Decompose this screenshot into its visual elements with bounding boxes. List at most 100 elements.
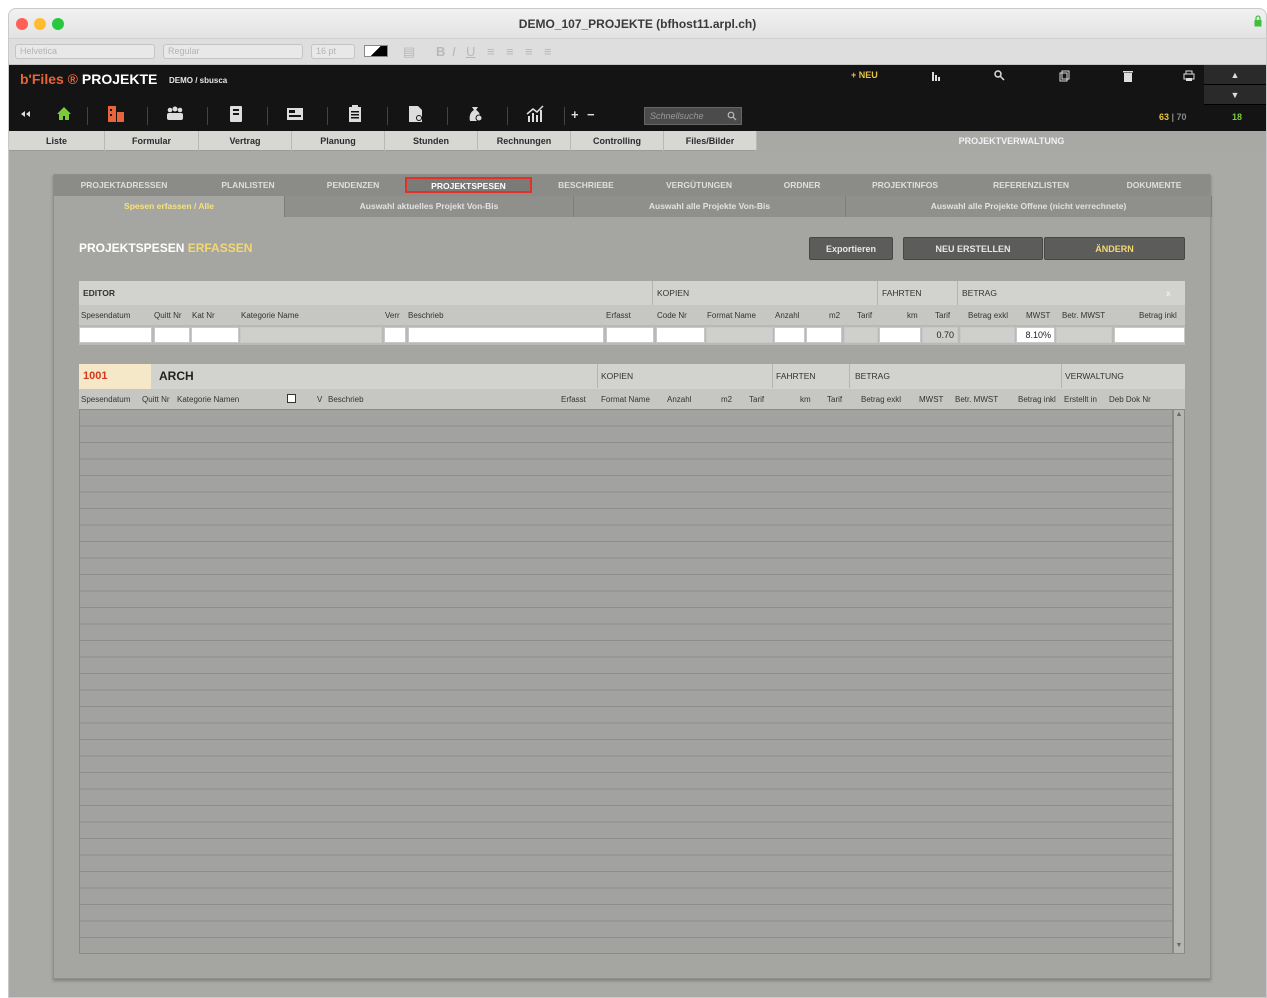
color-swatch[interactable] xyxy=(364,45,388,57)
back-icon[interactable] xyxy=(15,103,41,127)
tab-projektspesen[interactable]: PROJEKTSPESEN xyxy=(405,177,532,193)
tab-beschriebe[interactable]: BESCHRIEBE xyxy=(534,175,638,196)
statistics-icon[interactable] xyxy=(930,69,944,83)
m2-field[interactable] xyxy=(806,327,842,343)
new-record-button[interactable]: NEU ERSTELLEN xyxy=(903,237,1043,260)
tab-auswahl-alle-projekte[interactable]: Auswahl alle Projekte Von-Bis xyxy=(574,196,846,217)
scroll-up-icon[interactable]: ▲ xyxy=(1175,411,1183,421)
size-select[interactable]: 16 pt xyxy=(311,44,355,59)
quitt-nr-field[interactable] xyxy=(154,327,190,343)
tab-controlling[interactable]: Controlling xyxy=(571,131,664,151)
mwst-field[interactable]: 8.10% xyxy=(1016,327,1055,343)
duplicate-icon[interactable] xyxy=(1057,69,1071,83)
list-col-beschrieb[interactable]: Beschrieb xyxy=(328,395,364,404)
planning-icon[interactable] xyxy=(284,103,310,127)
list-col-kategorie[interactable]: Kategorie Namen xyxy=(177,395,239,404)
tab-dokumente[interactable]: DOKUMENTE xyxy=(1096,175,1212,196)
kat-nr-field[interactable] xyxy=(191,327,239,343)
list-col-erfasst[interactable]: Erfasst xyxy=(561,395,586,404)
scroll-down-icon[interactable]: ▼ xyxy=(1175,942,1183,952)
list-col-tarif-km[interactable]: Tarif xyxy=(827,395,842,404)
list-col-deb-dok-nr[interactable]: Deb Dok Nr xyxy=(1109,395,1151,404)
tab-referenzlisten[interactable]: REFERENZLISTEN xyxy=(966,175,1096,196)
previous-record-button[interactable]: ▲ xyxy=(1204,65,1266,85)
print-icon[interactable] xyxy=(1182,69,1196,83)
search-icon xyxy=(727,111,737,121)
edit-button[interactable]: ÄNDERN xyxy=(1044,237,1185,260)
list-scrollbar[interactable]: ▲ ▼ xyxy=(1173,409,1185,954)
anzahl-field[interactable] xyxy=(774,327,805,343)
tab-stunden[interactable]: Stunden xyxy=(385,131,478,151)
tab-projektverwaltung[interactable]: PROJEKTVERWALTUNG xyxy=(757,131,1266,151)
tab-rechnungen[interactable]: Rechnungen xyxy=(478,131,571,151)
list-col-v[interactable]: V xyxy=(317,395,322,404)
add-icon[interactable]: + xyxy=(571,107,579,122)
align-right-icon[interactable]: ≡ xyxy=(525,44,533,59)
col-m2: m2 xyxy=(829,311,841,320)
tab-ordner[interactable]: ORDNER xyxy=(760,175,844,196)
tab-pendenzen[interactable]: PENDENZEN xyxy=(302,175,404,196)
betrag-inkl-field[interactable] xyxy=(1114,327,1185,343)
controlling-chart-icon[interactable] xyxy=(524,103,550,127)
tab-files-bilder[interactable]: Files/Bilder xyxy=(664,131,757,151)
trash-icon[interactable] xyxy=(1121,69,1135,83)
list-col-betrag-inkl[interactable]: Betrag inkl xyxy=(1018,395,1056,404)
tab-vertrag[interactable]: Vertrag xyxy=(199,131,292,151)
new-record-button[interactable]: + NEU xyxy=(851,70,878,80)
close-editor-icon[interactable]: x xyxy=(1166,288,1171,298)
list-rows[interactable] xyxy=(79,409,1173,954)
bold-button[interactable]: B xyxy=(436,44,445,59)
tab-auswahl-alle-offene[interactable]: Auswahl alle Projekte Offene (nicht verr… xyxy=(846,196,1212,217)
list-col-mwst[interactable]: MWST xyxy=(919,395,943,404)
home-icon[interactable] xyxy=(53,103,79,127)
list-col-anzahl[interactable]: Anzahl xyxy=(667,395,691,404)
editor-group-kopien: KOPIEN xyxy=(657,288,690,298)
style-select[interactable]: Regular xyxy=(163,44,303,59)
search-icon[interactable] xyxy=(993,69,1007,83)
invoices-icon[interactable] xyxy=(404,103,430,127)
text-color-icon[interactable]: ▤ xyxy=(403,44,415,60)
select-all-checkbox[interactable] xyxy=(287,394,296,403)
list-col-m2[interactable]: m2 xyxy=(721,395,732,404)
hours-icon[interactable] xyxy=(344,103,370,127)
tab-planlisten[interactable]: PLANLISTEN xyxy=(194,175,302,196)
font-select[interactable]: Helvetica xyxy=(15,44,155,59)
align-left-icon[interactable]: ≡ xyxy=(487,44,495,59)
list-col-spesendatum[interactable]: Spesendatum xyxy=(81,395,130,404)
align-center-icon[interactable]: ≡ xyxy=(506,44,514,59)
list-col-km[interactable]: km xyxy=(800,395,811,404)
tab-verguetungen[interactable]: VERGÜTUNGEN xyxy=(638,175,760,196)
list-col-betr-mwst[interactable]: Betr. MWST xyxy=(955,395,998,404)
tab-liste[interactable]: Liste xyxy=(9,131,105,151)
projects-icon[interactable] xyxy=(105,103,131,127)
list-col-quitt-nr[interactable]: Quitt Nr xyxy=(142,395,170,404)
money-bag-icon[interactable] xyxy=(464,103,490,127)
app-window: DEMO_107_PROJEKTE (bfhost11.arpl.ch) Hel… xyxy=(8,8,1267,998)
tab-formular[interactable]: Formular xyxy=(105,131,199,151)
tarif-field xyxy=(844,327,878,343)
align-justify-icon[interactable]: ≡ xyxy=(544,44,552,59)
col-betrag-exkl: Betrag exkl xyxy=(968,311,1009,320)
contract-icon[interactable] xyxy=(225,103,251,127)
contacts-icon[interactable] xyxy=(164,103,190,127)
erfasst-field[interactable] xyxy=(606,327,654,343)
list-col-tarif[interactable]: Tarif xyxy=(749,395,764,404)
list-col-betrag-exkl[interactable]: Betrag exkl xyxy=(861,395,901,404)
quicksearch-input[interactable]: Schnellsuche xyxy=(644,107,742,125)
list-col-format-name[interactable]: Format Name xyxy=(601,395,650,404)
code-nr-field[interactable] xyxy=(656,327,705,343)
export-button[interactable]: Exportieren xyxy=(809,237,893,260)
remove-icon[interactable]: − xyxy=(587,107,595,122)
tab-projektinfos[interactable]: PROJEKTINFOS xyxy=(844,175,966,196)
tab-projektadressen[interactable]: PROJEKTADRESSEN xyxy=(54,175,194,196)
tab-spesen-erfassen[interactable]: Spesen erfassen / Alle xyxy=(54,196,285,217)
km-field[interactable] xyxy=(879,327,921,343)
record-scroll-buttons: ▲ ▼ xyxy=(1204,65,1266,105)
tab-auswahl-aktuelles-projekt[interactable]: Auswahl aktuelles Projekt Von-Bis xyxy=(285,196,574,217)
list-col-erstellt-in[interactable]: Erstellt in xyxy=(1064,395,1097,404)
beschrieb-field[interactable] xyxy=(408,327,604,343)
tab-planung[interactable]: Planung xyxy=(292,131,385,151)
italic-button[interactable]: I xyxy=(452,44,456,59)
spesendatum-field[interactable] xyxy=(79,327,152,343)
underline-button[interactable]: U xyxy=(466,44,475,59)
